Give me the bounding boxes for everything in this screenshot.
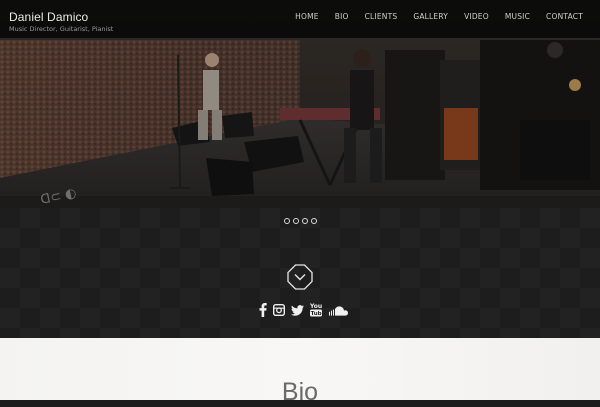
facebook-icon[interactable] bbox=[259, 302, 267, 322]
slider-dot-1[interactable] bbox=[284, 218, 290, 224]
twitter-icon[interactable] bbox=[291, 303, 304, 321]
instagram-icon[interactable] bbox=[272, 303, 286, 321]
youtube-icon[interactable]: YouTube bbox=[309, 302, 326, 322]
nav-home[interactable]: HOME bbox=[287, 12, 327, 21]
nav-music[interactable]: MUSIC bbox=[497, 12, 538, 21]
scroll-down-button[interactable] bbox=[287, 264, 313, 290]
slider-pagination bbox=[284, 218, 317, 224]
nav-clients[interactable]: CLIENTS bbox=[357, 12, 406, 21]
bio-heading: Bio bbox=[281, 378, 319, 406]
site-tagline: Music Director, Guitarist, Pianist bbox=[9, 25, 114, 33]
nav-contact[interactable]: CONTACT bbox=[538, 12, 592, 21]
slider-dot-3[interactable] bbox=[302, 218, 308, 224]
main-nav: HOME BIO CLIENTS GALLERY VIDEO MUSIC CON… bbox=[287, 12, 592, 21]
svg-text:Tube: Tube bbox=[311, 311, 322, 317]
nav-bio[interactable]: BIO bbox=[327, 12, 357, 21]
nav-video[interactable]: VIDEO bbox=[456, 12, 497, 21]
site-name[interactable]: Daniel Damico bbox=[9, 10, 88, 24]
svg-text:You: You bbox=[310, 303, 322, 310]
social-links: YouTube bbox=[259, 302, 348, 322]
soundcloud-icon[interactable] bbox=[328, 303, 348, 321]
slider-dot-4[interactable] bbox=[311, 218, 317, 224]
site-header: Daniel Damico Music Director, Guitarist,… bbox=[0, 0, 600, 38]
chevron-down-icon bbox=[287, 264, 313, 290]
slider-dot-2[interactable] bbox=[293, 218, 299, 224]
nav-gallery[interactable]: GALLERY bbox=[405, 12, 456, 21]
